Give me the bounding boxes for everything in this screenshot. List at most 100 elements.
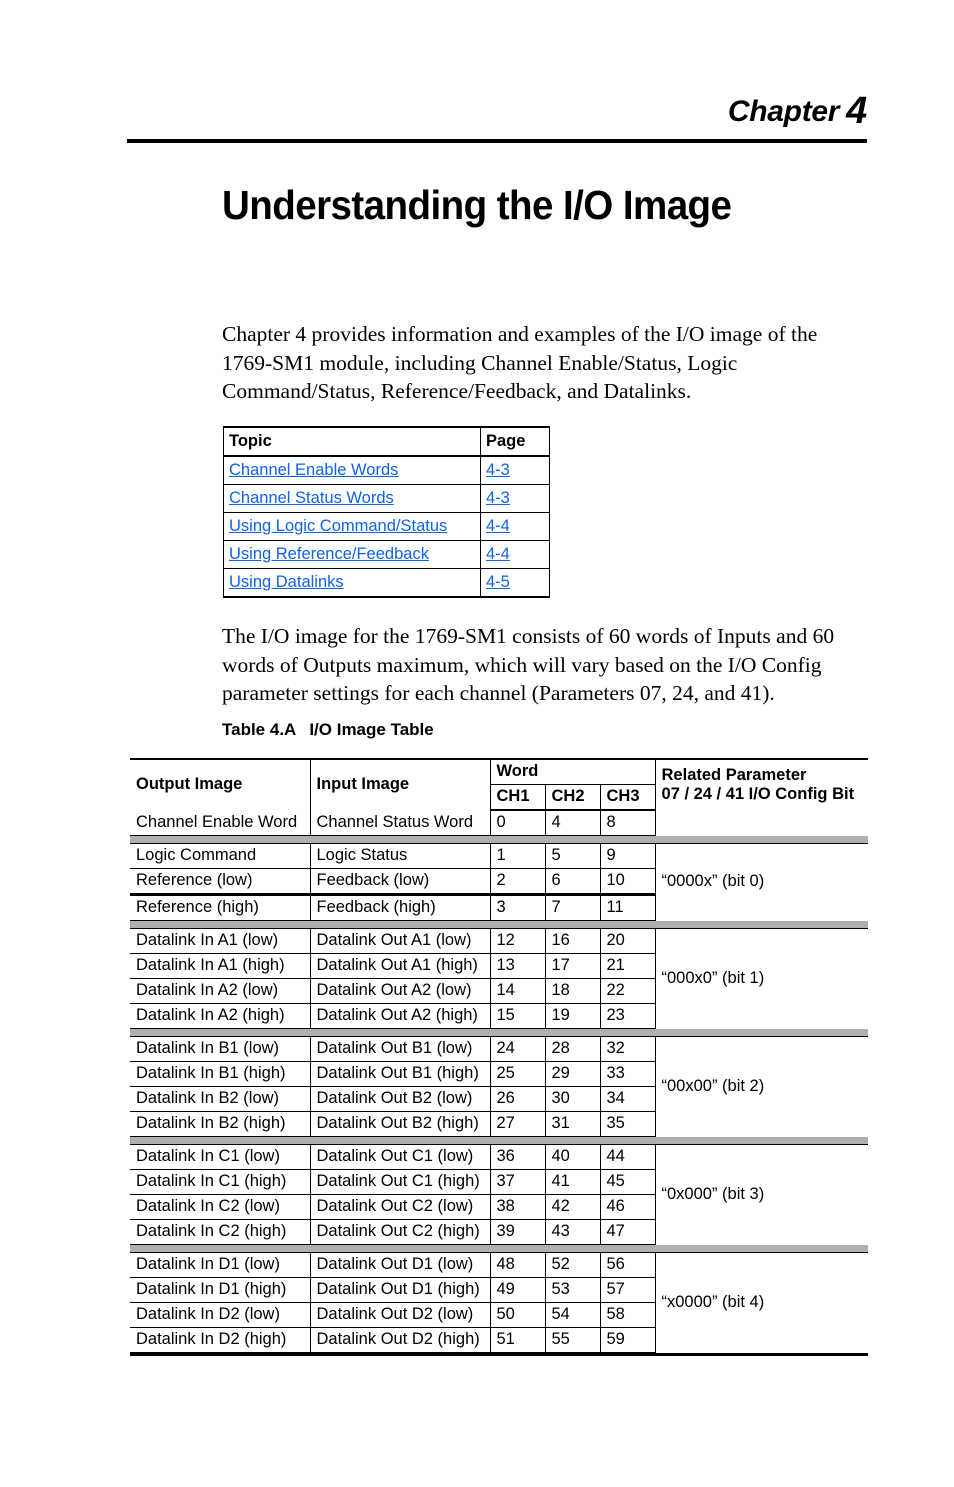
table-row: Datalink In D1 (low) Datalink Out D1 (low…: [130, 1252, 868, 1311]
topic-table-row: Channel Enable Words 4-3: [223, 456, 550, 485]
cell-output-image: Datalink In C2 (high): [130, 1219, 311, 1245]
cell-input-image: Datalink Out A1 (high): [310, 953, 491, 979]
cell-ch1: 26: [490, 1086, 546, 1112]
cell-ch2: 42: [545, 1194, 601, 1220]
cell-ch3: 33: [600, 1061, 656, 1087]
cell-input-image: Datalink Out B1 (high): [310, 1061, 491, 1087]
io-table-caption-title: I/O Image Table: [309, 720, 434, 739]
group-separator: [130, 920, 869, 929]
cell-ch1: 49: [490, 1277, 546, 1303]
header-ch2: CH2: [545, 784, 601, 811]
topic-table-row: Using Datalinks 4-5: [223, 568, 550, 598]
cell-ch3: 20: [600, 928, 656, 954]
cell-output-image: Datalink In A1 (low): [130, 928, 311, 954]
group-separator-bar: [130, 835, 869, 844]
cell-input-image: Feedback (low): [310, 868, 491, 896]
cell-ch2: 19: [545, 1003, 601, 1029]
group-separator: [130, 1136, 869, 1145]
cell-ch1: 50: [490, 1302, 546, 1328]
cell-input-image: Datalink Out A2 (high): [310, 1003, 491, 1029]
group-separator-bar: [130, 920, 869, 929]
topic-cell: Using Datalinks: [223, 568, 481, 598]
cell-ch1: 51: [490, 1327, 546, 1353]
cell-related-parameter: “x0000” (bit 4): [661, 1292, 765, 1311]
cell-ch1: 0: [490, 810, 546, 836]
topic-link[interactable]: Using Datalinks: [229, 573, 344, 591]
cell-input-image: Datalink Out A2 (low): [310, 978, 491, 1004]
cell-related-parameter: “000x0” (bit 1): [661, 968, 765, 987]
cell-ch1: 24: [490, 1036, 546, 1062]
io-table-caption: Table 4.A I/O Image Table: [222, 720, 434, 740]
page-cell: 4-3: [480, 456, 550, 485]
cell-ch3: 57: [600, 1277, 656, 1303]
topic-cell: Channel Enable Words: [223, 456, 481, 485]
cell-output-image: Datalink In B2 (low): [130, 1086, 311, 1112]
cell-ch3: 22: [600, 978, 656, 1004]
header-ch3: CH3: [600, 784, 656, 811]
cell-ch2: 43: [545, 1219, 601, 1245]
topic-link[interactable]: Channel Status Words: [229, 489, 394, 507]
header-output-image: Output Image: [130, 759, 311, 810]
header-related-parameter-line1: Related Parameter: [661, 765, 807, 784]
page-link[interactable]: 4-4: [486, 517, 510, 535]
cell-ch3: 23: [600, 1003, 656, 1029]
cell-ch2: 28: [545, 1036, 601, 1062]
cell-ch1: 14: [490, 978, 546, 1004]
cell-input-image: Datalink Out C1 (low): [310, 1144, 491, 1170]
group-separator: [130, 1244, 869, 1253]
cell-output-image: Datalink In A1 (high): [130, 953, 311, 979]
page-link[interactable]: 4-4: [486, 545, 510, 563]
cell-ch1: 13: [490, 953, 546, 979]
cell-input-image: Datalink Out D1 (low): [310, 1252, 491, 1278]
cell-ch2: 5: [545, 843, 601, 869]
cell-ch2: 31: [545, 1111, 601, 1137]
cell-ch3: 8: [600, 810, 656, 836]
cell-ch2: 16: [545, 928, 601, 954]
topic-table-header-row: Topic Page: [223, 426, 550, 457]
cell-output-image: Datalink In A2 (high): [130, 1003, 311, 1029]
page-cell: 4-4: [480, 512, 550, 541]
cell-ch3: 58: [600, 1302, 656, 1328]
group-separator-bar: [130, 1028, 869, 1037]
cell-output-image: Reference (low): [130, 868, 311, 896]
io-table-caption-label: Table 4.A: [222, 720, 297, 739]
topic-page-table: Topic Page Channel Enable Words 4-3 Channe…: [223, 426, 550, 598]
cell-ch2: 54: [545, 1302, 601, 1328]
group-separator-bar: [130, 1136, 869, 1145]
group-separator-bar: [130, 1244, 869, 1253]
topic-link[interactable]: Using Reference/Feedback: [229, 545, 429, 563]
page-title: Understanding the I/O Image: [222, 182, 732, 228]
cell-input-image: Logic Status: [310, 843, 491, 869]
cell-ch3: 10: [600, 868, 656, 896]
page-cell: 4-3: [480, 484, 550, 513]
cell-input-image: Datalink Out D1 (high): [310, 1277, 491, 1303]
topic-link[interactable]: Using Logic Command/Status: [229, 517, 447, 535]
cell-input-image: Datalink Out B2 (low): [310, 1086, 491, 1112]
topic-link[interactable]: Channel Enable Words: [229, 461, 398, 479]
page-link[interactable]: 4-3: [486, 489, 510, 507]
chapter-label: Chapter: [727, 95, 840, 128]
table-row: Datalink In A1 (low) Datalink Out A1 (low…: [130, 928, 868, 987]
cell-ch1: 48: [490, 1252, 546, 1278]
cell-ch1: 37: [490, 1169, 546, 1195]
header-input-image: Input Image: [310, 759, 491, 810]
cell-ch2: 41: [545, 1169, 601, 1195]
cell-ch3: 34: [600, 1086, 656, 1112]
table-row: Datalink In B1 (low) Datalink Out B1 (low…: [130, 1036, 868, 1095]
cell-ch2: 4: [545, 810, 601, 836]
page-link[interactable]: 4-3: [486, 461, 510, 479]
cell-related-parameter: “0x000” (bit 3): [661, 1184, 765, 1203]
topic-table-row: Using Reference/Feedback 4-4: [223, 540, 550, 569]
cell-output-image: Datalink In A2 (low): [130, 978, 311, 1004]
topic-column-header: Topic: [223, 426, 481, 457]
cell-output-image: Datalink In D1 (high): [130, 1277, 311, 1303]
cell-ch2: 18: [545, 978, 601, 1004]
page-link[interactable]: 4-5: [486, 573, 510, 591]
cell-ch3: 9: [600, 843, 656, 869]
cell-ch2: 30: [545, 1086, 601, 1112]
cell-ch2: 29: [545, 1061, 601, 1087]
topic-table-row: Using Logic Command/Status 4-4: [223, 512, 550, 541]
cell-input-image: Channel Status Word: [310, 810, 491, 836]
cell-ch3: 21: [600, 953, 656, 979]
topic-cell: Using Reference/Feedback: [223, 540, 481, 569]
